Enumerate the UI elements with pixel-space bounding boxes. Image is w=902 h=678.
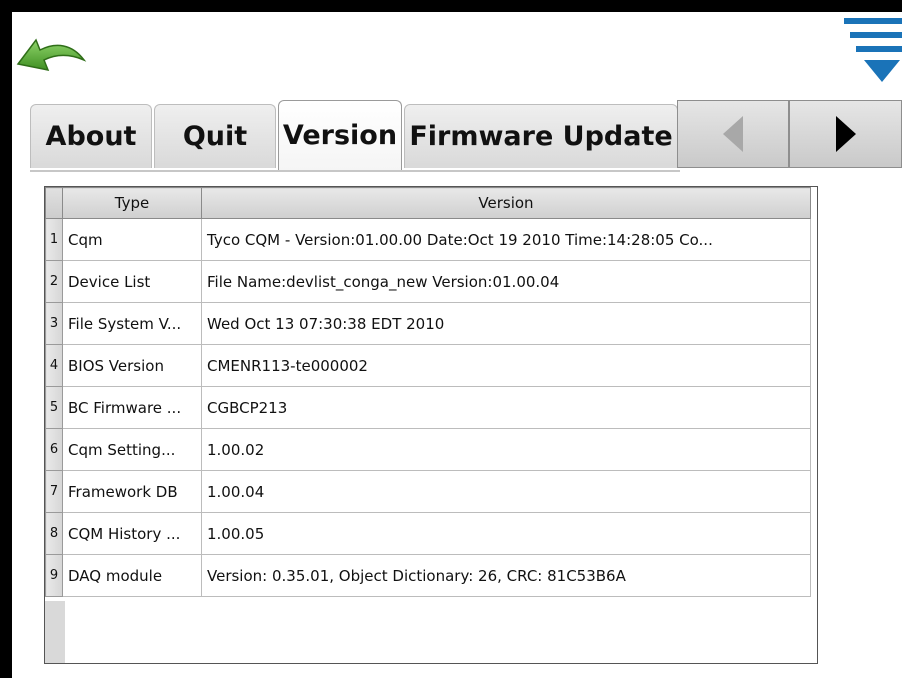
- row-number: 1: [45, 218, 63, 261]
- version-cell[interactable]: CGBCP213: [201, 386, 811, 429]
- tab-scroll-left-button[interactable]: [677, 100, 789, 168]
- version-cell[interactable]: File Name:devlist_conga_new Version:01.0…: [201, 260, 811, 303]
- type-cell[interactable]: CQM History ...: [62, 512, 202, 555]
- version-cell[interactable]: 1.00.05: [201, 512, 811, 555]
- version-cell[interactable]: Version: 0.35.01, Object Dictionary: 26,…: [201, 554, 811, 597]
- left-border: [0, 0, 12, 678]
- top-border: [0, 0, 902, 12]
- type-cell[interactable]: Device List: [62, 260, 202, 303]
- row-number: 8: [45, 512, 63, 555]
- version-table: Type Version 1 Cqm Tyco CQM - Version:01…: [44, 186, 818, 664]
- tab-version-label: Version: [282, 120, 398, 151]
- type-cell[interactable]: Cqm Setting...: [62, 428, 202, 471]
- row-number: 7: [45, 470, 63, 513]
- row-number: 5: [45, 386, 63, 429]
- row-number: 9: [45, 554, 63, 597]
- version-cell[interactable]: 1.00.04: [201, 470, 811, 513]
- table-row[interactable]: 2 Device List File Name:devlist_conga_ne…: [45, 260, 811, 303]
- row-number: 2: [45, 260, 63, 303]
- tab-about[interactable]: About: [30, 104, 152, 168]
- row-number: 4: [45, 344, 63, 387]
- right-triangle-icon: [835, 116, 856, 152]
- type-cell[interactable]: BIOS Version: [62, 344, 202, 387]
- menu-button[interactable]: [842, 16, 902, 86]
- version-cell[interactable]: Tyco CQM - Version:01.00.00 Date:Oct 19 …: [201, 218, 811, 261]
- version-cell[interactable]: CMENR113-te000002: [201, 344, 811, 387]
- table-row[interactable]: 6 Cqm Setting... 1.00.02: [45, 428, 811, 471]
- column-header-version[interactable]: Version: [201, 187, 811, 219]
- table-row[interactable]: 4 BIOS Version CMENR113-te000002: [45, 344, 811, 387]
- type-cell[interactable]: File System V...: [62, 302, 202, 345]
- version-cell[interactable]: 1.00.02: [201, 428, 811, 471]
- back-button[interactable]: [14, 24, 90, 76]
- type-cell[interactable]: Framework DB: [62, 470, 202, 513]
- version-cell[interactable]: Wed Oct 13 07:30:38 EDT 2010: [201, 302, 811, 345]
- table-row[interactable]: 9 DAQ module Version: 0.35.01, Object Di…: [45, 554, 811, 597]
- tab-version[interactable]: Version: [278, 100, 402, 170]
- table-row[interactable]: 1 Cqm Tyco CQM - Version:01.00.00 Date:O…: [45, 218, 811, 261]
- tab-firmware-update[interactable]: Firmware Update: [404, 104, 678, 168]
- tab-about-label: About: [45, 121, 137, 152]
- tab-quit-label: Quit: [182, 121, 248, 152]
- table-row[interactable]: 8 CQM History ... 1.00.05: [45, 512, 811, 555]
- tab-scroll-right-button[interactable]: [789, 100, 902, 168]
- left-triangle-icon: [723, 116, 743, 152]
- menu-triangle-icon: [844, 18, 902, 82]
- corner-header: [45, 187, 63, 219]
- row-number: 6: [45, 428, 63, 471]
- table-row[interactable]: 3 File System V... Wed Oct 13 07:30:38 E…: [45, 302, 811, 345]
- type-cell[interactable]: BC Firmware ...: [62, 386, 202, 429]
- type-cell[interactable]: DAQ module: [62, 554, 202, 597]
- tab-underline: [30, 170, 680, 172]
- tab-firmware-update-label: Firmware Update: [409, 121, 673, 152]
- table-row-header-filler: [45, 601, 65, 663]
- row-number: 3: [45, 302, 63, 345]
- table-row[interactable]: 5 BC Firmware ... CGBCP213: [45, 386, 811, 429]
- type-cell[interactable]: Cqm: [62, 218, 202, 261]
- tab-quit[interactable]: Quit: [154, 104, 276, 168]
- column-header-type[interactable]: Type: [62, 187, 202, 219]
- table-row[interactable]: 7 Framework DB 1.00.04: [45, 470, 811, 513]
- back-arrow-icon: [16, 38, 87, 72]
